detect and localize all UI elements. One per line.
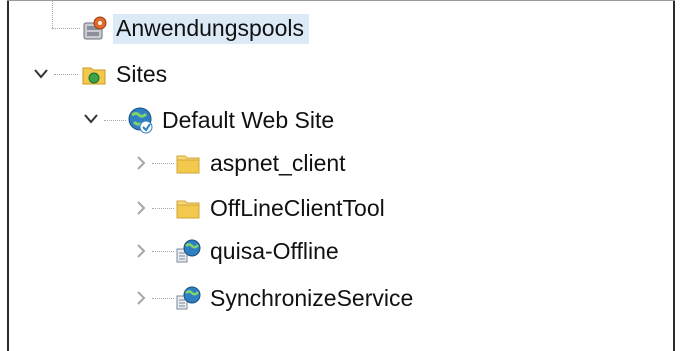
application-pools-icon — [83, 16, 107, 40]
chevron-right-icon[interactable] — [134, 156, 148, 170]
tree-connector-line — [52, 28, 80, 29]
tree-item-label: Default Web Site — [162, 106, 335, 133]
tree-item-anwendungspools[interactable]: Anwendungspools — [80, 9, 309, 49]
tree-connector-line — [152, 298, 174, 299]
tree-connector-line — [152, 251, 174, 252]
tree-item-label: quisa-Offline — [210, 237, 339, 264]
tree-item-label: SynchronizeService — [210, 284, 414, 311]
chevron-down-icon[interactable] — [84, 112, 98, 126]
tree-connector-line — [54, 74, 78, 75]
chevron-down-icon[interactable] — [34, 67, 48, 81]
tree-item-offlineclienttool[interactable]: OffLineClientTool — [174, 188, 385, 228]
folder-icon — [176, 200, 200, 219]
tree-connector-line — [104, 120, 126, 121]
tree-connector-line — [152, 163, 174, 164]
folder-icon — [176, 155, 200, 174]
tree-item-synchronizeservice[interactable]: SynchronizeService — [174, 278, 413, 318]
tree-connector-line — [152, 208, 174, 209]
tree-item-default-web-site[interactable]: Default Web Site — [126, 100, 334, 140]
web-site-globe-icon — [128, 107, 153, 134]
chevron-right-icon[interactable] — [134, 291, 148, 305]
tree-item-quisa-offline[interactable]: quisa-Offline — [174, 231, 339, 271]
tree-item-aspnet-client[interactable]: aspnet_client — [174, 143, 346, 183]
tree-item-sites[interactable]: Sites — [80, 54, 167, 94]
tree-item-label: OffLineClientTool — [210, 194, 385, 221]
web-application-icon — [176, 239, 201, 263]
tree-connector-line — [52, 0, 53, 28]
web-application-icon — [176, 286, 201, 310]
tree-item-label: Anwendungspools — [113, 14, 309, 44]
tree-item-label: Sites — [116, 60, 168, 87]
tree-item-label: aspnet_client — [210, 149, 346, 176]
panel-top-border — [7, 0, 675, 1]
sites-folder-icon — [82, 67, 106, 85]
chevron-right-icon[interactable] — [134, 201, 148, 215]
chevron-right-icon[interactable] — [134, 244, 148, 258]
